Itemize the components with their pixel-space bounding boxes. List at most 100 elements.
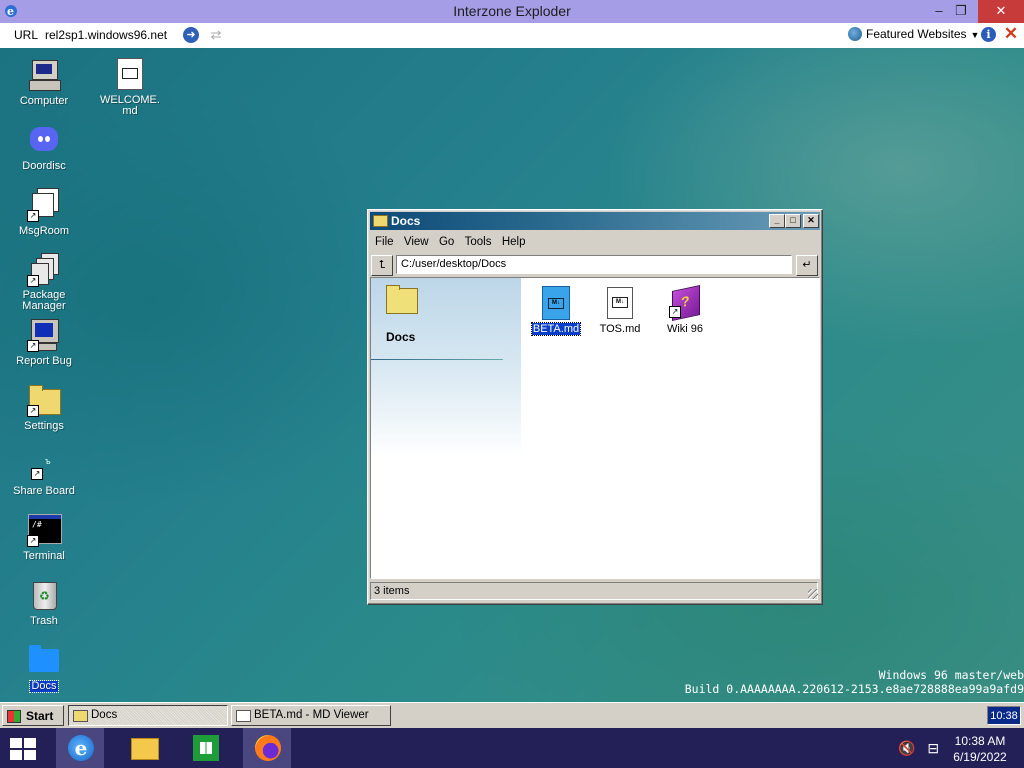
host-taskbar: e 🔇 ⊟ 10:38 AM 6/19/2022 bbox=[0, 728, 1024, 768]
browser-title: Interzone Exploder bbox=[453, 3, 571, 19]
folder-name: Docs bbox=[386, 330, 416, 344]
desktop-icon-label: Share Board bbox=[13, 485, 75, 497]
network-icon[interactable]: ⊟ bbox=[927, 740, 939, 756]
build-line-2: Build 0.AAAAAAAA.220612-2153.e8ae728888e… bbox=[684, 682, 1024, 696]
start-label: Start bbox=[26, 709, 54, 723]
file-item-tos[interactable]: M↓ TOS.md bbox=[590, 286, 650, 335]
explorer-maximize-button[interactable]: □ bbox=[785, 214, 801, 228]
explorer-window: Docs _ □ ✕ File View Go Tools Help ⮤ C:/… bbox=[367, 209, 823, 605]
taskbar-button-md-viewer[interactable]: BETA.md - MD Viewer bbox=[231, 705, 391, 726]
refresh-icon[interactable]: ⇄ bbox=[208, 27, 224, 43]
file-label: Wiki 96 bbox=[666, 323, 704, 335]
desktop-icon-doordisc[interactable]: Doordisc bbox=[6, 123, 82, 172]
speaker-muted-icon[interactable]: 🔇 bbox=[898, 740, 915, 756]
share-board-icon: ъ ↗ bbox=[27, 448, 61, 482]
url-bar: URL rel2sp1.windows96.net ➜ ⇄ Featured W… bbox=[0, 23, 1024, 49]
folder-icon bbox=[373, 215, 388, 227]
explorer-minimize-button[interactable]: _ bbox=[769, 214, 785, 228]
close-window-button[interactable]: ✕ bbox=[978, 0, 1024, 23]
folder-info-panel: Docs bbox=[371, 278, 521, 578]
menu-view[interactable]: View bbox=[401, 234, 432, 250]
desktop-icon-share-board[interactable]: ъ ↗ Share Board bbox=[6, 448, 82, 497]
desktop-icon-label: Settings bbox=[24, 420, 64, 432]
build-line-1: Windows 96 master/web bbox=[878, 668, 1024, 682]
navigate-button[interactable]: ↵ bbox=[796, 255, 818, 276]
desktop-icon-report-bug[interactable]: ↗ Report Bug bbox=[6, 318, 82, 367]
address-input[interactable]: C:/user/desktop/Docs bbox=[396, 255, 792, 274]
desktop-icon-label: MsgRoom bbox=[18, 225, 70, 237]
settings-folder-icon: ↗ bbox=[27, 383, 61, 417]
menu-go[interactable]: Go bbox=[436, 234, 457, 250]
info-icon[interactable]: i bbox=[981, 27, 996, 42]
url-label: URL bbox=[14, 28, 39, 42]
book-icon: ↗ bbox=[669, 285, 701, 321]
restore-button[interactable]: ❐ bbox=[944, 0, 978, 23]
markdown-file-icon: M↓ bbox=[540, 286, 572, 320]
desktop-icon-label: Terminal bbox=[23, 550, 65, 562]
report-bug-icon: ↗ bbox=[27, 318, 61, 352]
desktop-icon-trash[interactable]: ♻ Trash bbox=[6, 578, 82, 627]
file-label: BETA.md bbox=[530, 322, 582, 336]
explorer-title: Docs bbox=[391, 214, 421, 228]
folder-icon bbox=[27, 643, 61, 677]
terminal-icon: ↗ bbox=[27, 513, 62, 547]
windows-logo-icon bbox=[7, 710, 21, 723]
desktop-icon-msgroom[interactable]: ↗ MsgRoom bbox=[6, 188, 82, 237]
pinned-firefox[interactable] bbox=[243, 728, 291, 768]
pinned-file-explorer[interactable] bbox=[119, 728, 167, 768]
taskbar-button-docs[interactable]: Docs bbox=[68, 705, 228, 726]
internet-explorer-icon: e bbox=[68, 735, 94, 761]
start-button[interactable]: Start bbox=[2, 705, 64, 726]
desktop-icon-label: Package Manager bbox=[22, 289, 66, 312]
browser-title-bar: e Interzone Exploder – ❐ ✕ bbox=[0, 0, 1024, 23]
file-explorer-icon bbox=[131, 738, 159, 760]
taskbar-button-label: Docs bbox=[91, 709, 118, 721]
file-label: TOS.md bbox=[599, 323, 641, 335]
url-input[interactable]: rel2sp1.windows96.net bbox=[45, 28, 167, 42]
firefox-icon bbox=[255, 735, 281, 761]
desktop-icon-package-manager[interactable]: ↗ Package Manager bbox=[6, 253, 82, 312]
win96-taskbar: Start Docs BETA.md - MD Viewer 10:38 bbox=[0, 702, 1024, 728]
explorer-title-bar[interactable]: Docs _ □ ✕ bbox=[370, 212, 820, 230]
host-time: 10:38 AM bbox=[954, 734, 1006, 748]
trash-icon: ♻ bbox=[27, 578, 61, 612]
desktop-icon-docs[interactable]: Docs bbox=[6, 643, 82, 693]
menu-file[interactable]: File bbox=[372, 234, 397, 250]
desktop-icon-computer[interactable]: Computer bbox=[6, 58, 82, 107]
file-pane[interactable]: Docs M↓ BETA.md M↓ TOS.md ↗ Wiki 96 bbox=[370, 277, 820, 579]
markdown-file-icon: M↓ bbox=[113, 58, 147, 92]
taskbar-button-label: BETA.md - MD Viewer bbox=[254, 709, 369, 721]
featured-websites-dropdown[interactable]: Featured Websites ▼ bbox=[848, 27, 979, 43]
file-item-wiki96[interactable]: ↗ Wiki 96 bbox=[655, 285, 715, 335]
menu-help[interactable]: Help bbox=[499, 234, 529, 250]
up-folder-button[interactable]: ⮤ bbox=[371, 255, 393, 276]
store-icon bbox=[193, 735, 219, 761]
package-icon: ↗ bbox=[27, 253, 61, 287]
explorer-close-button[interactable]: ✕ bbox=[803, 214, 819, 228]
go-arrow-icon[interactable]: ➜ bbox=[183, 27, 199, 43]
desktop-icon-label: WELCOME.md bbox=[100, 94, 160, 117]
host-clock[interactable]: 10:38 AM 6/19/2022 bbox=[950, 733, 1010, 765]
markdown-file-icon: M↓ bbox=[604, 286, 636, 320]
chevron-down-icon: ▼ bbox=[970, 30, 980, 40]
desktop-icon-settings[interactable]: ↗ Settings bbox=[6, 383, 82, 432]
desktop-icon-label: Report Bug bbox=[16, 355, 72, 367]
system-tray: 🔇 ⊟ bbox=[898, 740, 939, 757]
file-item-beta[interactable]: M↓ BETA.md bbox=[526, 286, 586, 336]
pinned-store[interactable] bbox=[181, 728, 229, 768]
item-count: 3 items bbox=[370, 582, 818, 600]
desktop-icon-terminal[interactable]: ↗ Terminal bbox=[6, 513, 82, 562]
menu-tools[interactable]: Tools bbox=[462, 234, 495, 250]
folder-icon bbox=[386, 285, 418, 314]
pinned-internet-explorer[interactable]: e bbox=[56, 728, 104, 768]
host-date: 6/19/2022 bbox=[953, 750, 1007, 764]
computer-icon bbox=[27, 58, 61, 92]
desktop-icon-welcome[interactable]: M↓ WELCOME.md bbox=[92, 58, 168, 117]
windows-start-icon[interactable] bbox=[10, 738, 38, 760]
win96-clock[interactable]: 10:38 bbox=[987, 706, 1021, 725]
resize-grip-icon[interactable] bbox=[808, 589, 818, 599]
stop-icon[interactable]: ✕ bbox=[1003, 25, 1019, 43]
folder-icon bbox=[73, 710, 88, 722]
msgroom-icon: ↗ bbox=[27, 188, 61, 222]
address-row: ⮤ C:/user/desktop/Docs ↵ bbox=[370, 254, 820, 276]
